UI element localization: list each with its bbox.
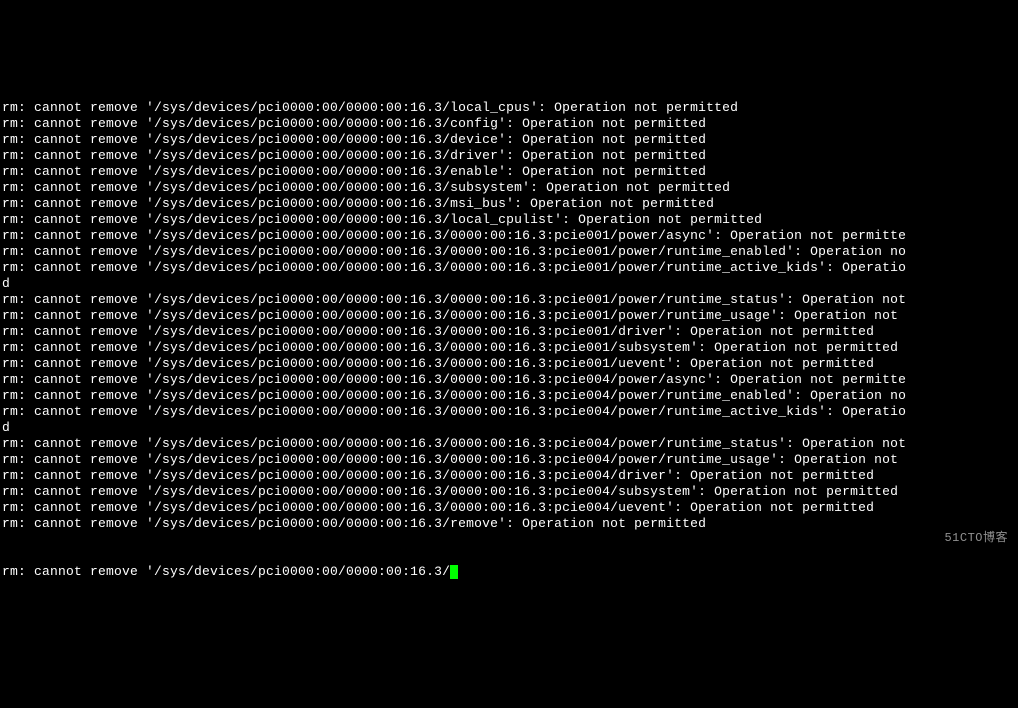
- terminal-line: rm: cannot remove '/sys/devices/pci0000:…: [2, 516, 1016, 532]
- terminal-line: rm: cannot remove '/sys/devices/pci0000:…: [2, 148, 1016, 164]
- terminal-line: rm: cannot remove '/sys/devices/pci0000:…: [2, 436, 1016, 452]
- terminal-line: rm: cannot remove '/sys/devices/pci0000:…: [2, 324, 1016, 340]
- terminal-line: rm: cannot remove '/sys/devices/pci0000:…: [2, 228, 1016, 244]
- terminal-line: d: [2, 420, 1016, 436]
- terminal-lines: rm: cannot remove '/sys/devices/pci0000:…: [2, 100, 1016, 532]
- terminal-line: rm: cannot remove '/sys/devices/pci0000:…: [2, 484, 1016, 500]
- terminal-line: rm: cannot remove '/sys/devices/pci0000:…: [2, 100, 1016, 116]
- terminal-line: rm: cannot remove '/sys/devices/pci0000:…: [2, 452, 1016, 468]
- terminal-line: rm: cannot remove '/sys/devices/pci0000:…: [2, 164, 1016, 180]
- terminal-last-line: rm: cannot remove '/sys/devices/pci0000:…: [2, 564, 1016, 580]
- terminal-line: rm: cannot remove '/sys/devices/pci0000:…: [2, 372, 1016, 388]
- terminal-line: rm: cannot remove '/sys/devices/pci0000:…: [2, 308, 1016, 324]
- terminal-line: rm: cannot remove '/sys/devices/pci0000:…: [2, 404, 1016, 420]
- terminal-line: rm: cannot remove '/sys/devices/pci0000:…: [2, 212, 1016, 228]
- terminal-output[interactable]: rm: cannot remove '/sys/devices/pci0000:…: [2, 68, 1016, 596]
- terminal-line: d: [2, 276, 1016, 292]
- cursor-icon: [450, 565, 458, 579]
- terminal-line: rm: cannot remove '/sys/devices/pci0000:…: [2, 500, 1016, 516]
- last-line-text: rm: cannot remove '/sys/devices/pci0000:…: [2, 564, 450, 579]
- terminal-line: rm: cannot remove '/sys/devices/pci0000:…: [2, 292, 1016, 308]
- terminal-line: rm: cannot remove '/sys/devices/pci0000:…: [2, 468, 1016, 484]
- terminal-line: rm: cannot remove '/sys/devices/pci0000:…: [2, 260, 1016, 276]
- terminal-line: rm: cannot remove '/sys/devices/pci0000:…: [2, 132, 1016, 148]
- terminal-line: rm: cannot remove '/sys/devices/pci0000:…: [2, 180, 1016, 196]
- terminal-line: rm: cannot remove '/sys/devices/pci0000:…: [2, 196, 1016, 212]
- terminal-line: rm: cannot remove '/sys/devices/pci0000:…: [2, 340, 1016, 356]
- terminal-line: rm: cannot remove '/sys/devices/pci0000:…: [2, 356, 1016, 372]
- watermark-label: 51CTO博客: [944, 530, 1008, 546]
- terminal-line: rm: cannot remove '/sys/devices/pci0000:…: [2, 244, 1016, 260]
- terminal-line: rm: cannot remove '/sys/devices/pci0000:…: [2, 116, 1016, 132]
- terminal-line: rm: cannot remove '/sys/devices/pci0000:…: [2, 388, 1016, 404]
